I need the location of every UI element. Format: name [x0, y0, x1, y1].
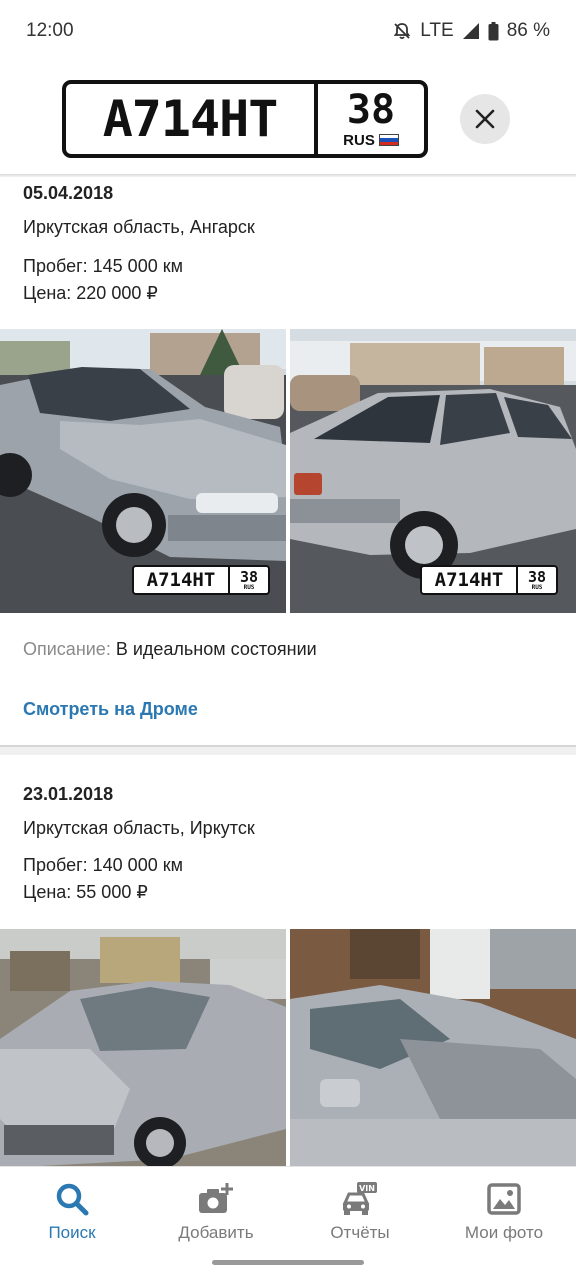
record-divider [0, 745, 576, 755]
image-icon [487, 1183, 521, 1215]
license-plate[interactable]: А714НТ 38 RUS [62, 80, 428, 158]
record-location: Иркутская область, Иркутск [23, 818, 255, 838]
record-price: Цена: 55 000 ₽ [23, 882, 148, 902]
photo-plate-country: RUS [531, 583, 543, 591]
view-on-drom-link[interactable]: Смотреть на Дроме [23, 699, 198, 720]
nav-label-reports: Отчёты [330, 1223, 390, 1242]
photo-plate-region-block: 38 RUS [518, 567, 556, 593]
plate-region-block: 38 RUS [318, 84, 424, 154]
photo-license-plate: А714НТ 38 RUS [420, 565, 558, 595]
car-photo[interactable]: А714НТ 38 RUS [0, 329, 286, 613]
add-photo-icon [199, 1183, 233, 1213]
search-icon [56, 1183, 89, 1216]
record-location: Иркутская область, Ангарск [23, 217, 255, 237]
photo-plate-country: RUS [243, 583, 255, 591]
history-record: 23.01.2018 Иркутская область, Иркутск Пр… [0, 755, 576, 1166]
car-photo[interactable] [0, 929, 286, 1166]
record-photos [0, 929, 576, 1166]
photo-plate-number: А714НТ [422, 567, 518, 593]
record-price: Цена: 220 000 ₽ [23, 283, 158, 303]
plate-country-row: RUS [343, 132, 399, 149]
plate-number: А714НТ [66, 84, 318, 154]
photo-plate-region: 38 [239, 567, 259, 586]
nav-item-my-photos[interactable]: Мои фото [432, 1167, 576, 1280]
svg-text:VIN: VIN [359, 1184, 375, 1193]
nav-label-search: Поиск [48, 1223, 96, 1242]
record-mileage: Пробег: 140 000 км [23, 855, 183, 875]
russian-flag-icon [378, 134, 399, 146]
car-photo-image [290, 929, 576, 1166]
battery-level: 86 % [506, 20, 550, 41]
description-label: Описание: [23, 639, 111, 659]
search-header: А714НТ 38 RUS [0, 62, 576, 174]
nav-item-search[interactable]: Поиск [0, 1167, 144, 1280]
record-date: 23.01.2018 [23, 784, 114, 804]
vin-car-icon: VIN [342, 1182, 377, 1215]
notifications-off-icon [392, 21, 412, 41]
record-photos: А714НТ 38 RUS А714НТ 38 RUS [0, 329, 576, 613]
photo-license-plate: А714НТ 38 RUS [132, 565, 270, 595]
photo-plate-region: 38 [527, 567, 547, 586]
battery-icon [488, 21, 499, 41]
record-mileage: Пробег: 145 000 км [23, 256, 183, 276]
photo-plate-number: А714НТ [134, 567, 230, 593]
status-bar: 12:00 LTE 86 % [0, 0, 576, 62]
close-button[interactable] [460, 94, 510, 144]
close-icon [475, 109, 495, 129]
record-date: 05.04.2018 [23, 183, 114, 203]
history-record: 05.04.2018 Иркутская область, Ангарск Пр… [0, 177, 576, 745]
network-type: LTE [420, 20, 454, 41]
car-photo-image [0, 929, 286, 1166]
car-photo[interactable]: А714НТ 38 RUS [290, 329, 576, 613]
car-photo[interactable] [290, 929, 576, 1166]
status-icons: LTE 86 % [392, 20, 550, 42]
record-description: Описание: В идеальном состоянии [23, 639, 317, 660]
gesture-home-bar[interactable] [212, 1260, 364, 1265]
description-value: В идеальном состоянии [115, 639, 317, 659]
plate-region: 38 [346, 86, 396, 133]
photo-plate-region-block: 38 RUS [230, 567, 268, 593]
nav-label-add: Добавить [178, 1223, 254, 1242]
status-time: 12:00 [26, 20, 74, 41]
signal-icon [462, 22, 480, 40]
nav-label-my-photos: Мои фото [464, 1223, 544, 1242]
plate-country: RUS [343, 131, 375, 149]
